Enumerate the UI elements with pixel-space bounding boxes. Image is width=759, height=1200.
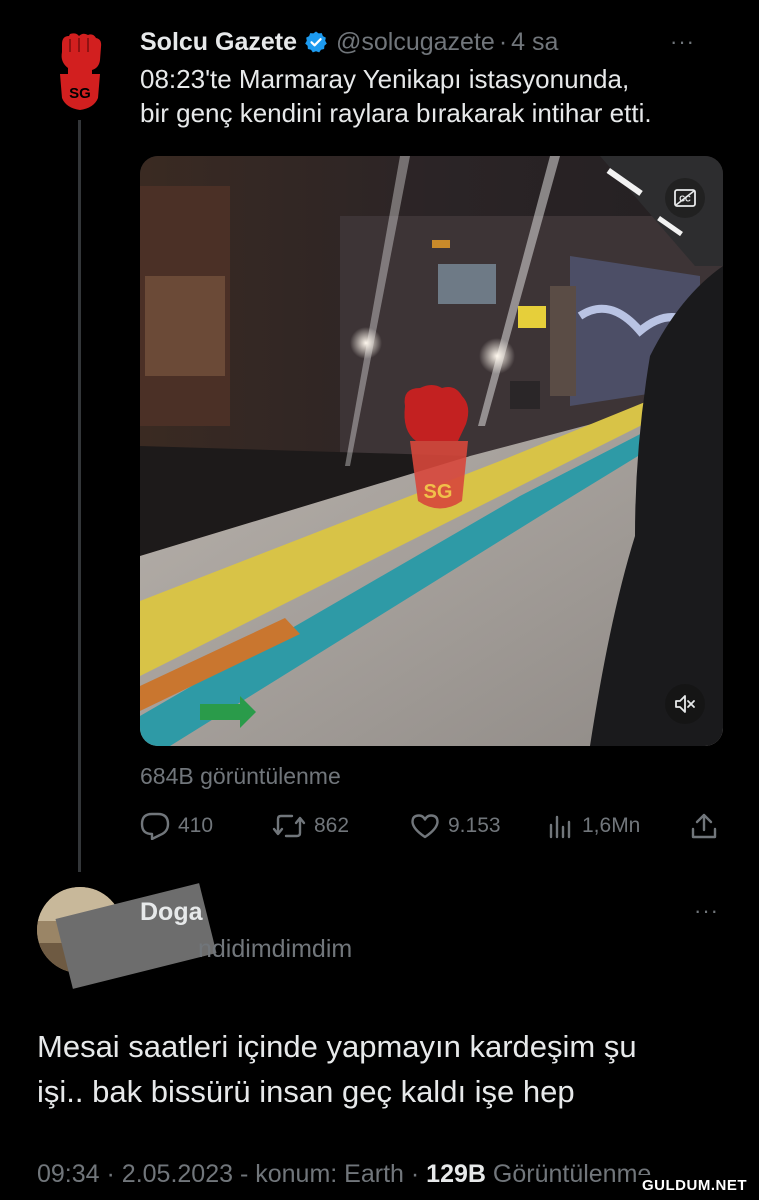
tweet-text-line-1: 08:23'te Marmaray Yenikapı istasyonunda, — [140, 64, 630, 94]
like-action[interactable]: 9.153 — [410, 808, 501, 844]
captions-icon: CC — [674, 189, 696, 207]
tweet-text: 08:23'te Marmaray Yenikapı istasyonunda,… — [140, 62, 740, 130]
reply-icon — [140, 812, 170, 840]
avatar-logo-text: SG — [69, 85, 91, 102]
share-icon — [691, 813, 717, 839]
retweet-icon — [272, 814, 306, 838]
reply-author-name[interactable]: Doga — [140, 898, 203, 927]
video-frame: SG — [140, 156, 723, 746]
meta-separator-2: · — [410, 1160, 420, 1188]
mute-icon — [675, 695, 695, 713]
tweet-header: Solcu Gazete @solcugazete · 4 sa ··· — [140, 26, 729, 58]
reply-view-count[interactable]: 129B — [426, 1160, 486, 1188]
impression-count: 1,6Mn — [582, 814, 641, 837]
analytics-icon — [549, 815, 571, 839]
verified-badge-icon — [304, 30, 328, 54]
svg-text:CC: CC — [679, 195, 691, 204]
site-watermark: GULDUM.NET — [636, 1175, 753, 1196]
reply-more-icon[interactable]: ··· — [694, 898, 719, 924]
reply-author-handle[interactable]: ndidimdimdim — [140, 935, 352, 964]
reply-date[interactable]: 2.05.2023 — [122, 1160, 233, 1188]
reply-meta: 09:34 · 2.05.2023 - konum: Earth · 129B … — [37, 1160, 652, 1188]
tweet-time[interactable]: 4 sa — [511, 28, 558, 57]
video-logo-text: SG — [424, 481, 453, 503]
reply-time[interactable]: 09:34 — [37, 1160, 100, 1188]
more-icon[interactable]: ··· — [670, 29, 695, 55]
header-separator: · — [498, 27, 508, 56]
mute-button[interactable] — [665, 684, 705, 724]
reply-view-label: Görüntülenme — [492, 1160, 652, 1188]
retweet-action[interactable]: 862 — [272, 808, 349, 844]
retweet-count: 862 — [314, 814, 350, 837]
author-handle[interactable]: @solcugazete — [336, 28, 495, 57]
tweet-text-line-2: bir genç kendini raylara bırakarak intih… — [140, 98, 652, 128]
meta-separator-1: · — [106, 1160, 115, 1188]
tweet-action-bar: 410 862 9.153 1,6Mn — [140, 808, 725, 844]
analytics-action[interactable]: 1,6Mn — [548, 808, 640, 844]
like-count: 9.153 — [448, 814, 501, 837]
thread-connector-line — [78, 120, 81, 872]
reply-count: 410 — [178, 814, 214, 837]
reply-text-line-2: işi.. bak bissürü insan geç kaldı işe he… — [37, 1074, 575, 1109]
solcu-gazete-avatar[interactable]: SG — [52, 30, 108, 114]
view-count[interactable]: 684B görüntülenme — [140, 763, 341, 790]
like-icon — [411, 814, 439, 839]
reply-text: Mesai saatleri içinde yapmayın kardeşim … — [37, 1024, 727, 1114]
fist-logo-icon: SG — [60, 33, 102, 110]
reply-location: konum: Earth — [255, 1160, 404, 1188]
reply-action[interactable]: 410 — [140, 808, 213, 844]
author-name[interactable]: Solcu Gazete — [140, 28, 297, 57]
tweet-video[interactable]: SG CC — [140, 156, 723, 746]
captions-button[interactable]: CC — [665, 178, 705, 218]
reply-text-line-1: Mesai saatleri içinde yapmayın kardeşim … — [37, 1029, 637, 1064]
share-action[interactable] — [690, 808, 726, 844]
